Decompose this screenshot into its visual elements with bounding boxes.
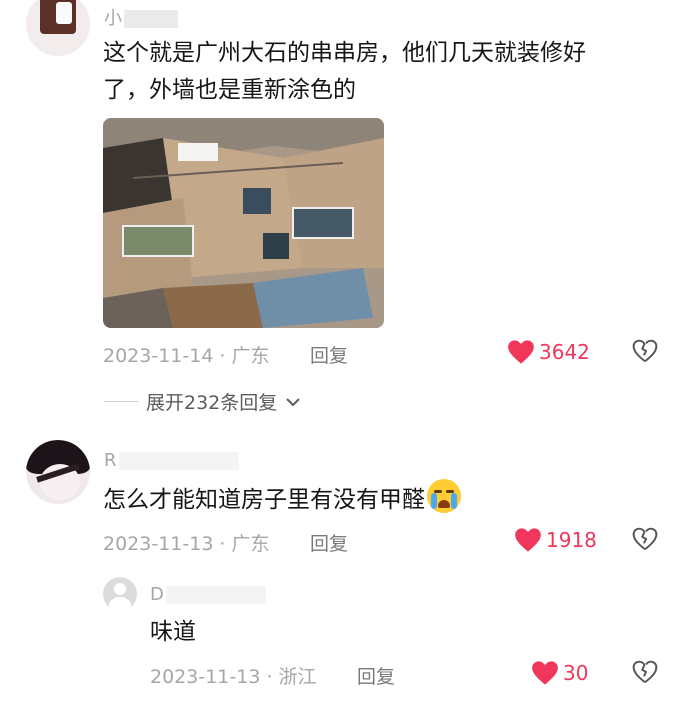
comment-text: 这个就是广州大石的串串房，他们几天就装修好 了，外墙也是重新涂色的 [103, 35, 663, 109]
comment-text-line: 这个就是广州大石的串串房，他们几天就装修好 [103, 40, 586, 66]
divider [104, 401, 138, 402]
comment-text-content: 怎么才能知道房子里有没有甲醛 [103, 487, 425, 513]
comment-meta: 2023-11-13 · 广东 [103, 533, 270, 555]
like-button[interactable]: 1918 [514, 527, 597, 553]
comment-location: 广东 [231, 345, 270, 367]
reply-button[interactable]: 回复 [310, 341, 348, 368]
heart-icon [531, 660, 559, 686]
reply-button[interactable]: 回复 [357, 662, 395, 689]
loudly-crying-face-icon [427, 479, 461, 513]
reply-text: 味道 [150, 619, 196, 645]
avatar[interactable] [26, 0, 90, 56]
username[interactable]: D [150, 584, 266, 605]
broken-heart-icon[interactable] [632, 660, 658, 688]
reply-button[interactable]: 回复 [310, 529, 348, 556]
like-button[interactable]: 3642 [507, 339, 590, 365]
comment-text-line: 了，外墙也是重新涂色的 [103, 77, 356, 103]
comment-date: 2023-11-13 [103, 533, 214, 555]
chevron-down-icon [285, 391, 301, 413]
comment-date: 2023-11-14 [103, 345, 214, 367]
like-count: 3642 [539, 340, 590, 364]
like-count: 1918 [546, 528, 597, 552]
reply-location: 浙江 [278, 666, 317, 688]
username[interactable]: R [104, 450, 239, 471]
comment-text: 怎么才能知道房子里有没有甲醛 [103, 479, 663, 519]
like-count: 30 [563, 661, 589, 685]
avatar[interactable] [26, 440, 90, 504]
broken-heart-icon[interactable] [632, 339, 658, 367]
reply-date: 2023-11-13 [150, 666, 261, 688]
expand-replies[interactable]: 展开232条回复 [104, 388, 301, 415]
username-text: R [104, 450, 117, 471]
username-text: D [150, 584, 164, 605]
building-photo [103, 118, 384, 328]
comment-location: 广东 [231, 533, 270, 555]
username-redaction [124, 10, 178, 28]
like-button[interactable]: 30 [531, 660, 588, 686]
expand-label: 展开232条回复 [146, 392, 278, 414]
default-avatar-icon[interactable] [103, 577, 137, 611]
heart-icon [514, 527, 542, 553]
broken-heart-icon[interactable] [632, 527, 658, 555]
heart-icon [507, 339, 535, 365]
comment-meta: 2023-11-14 · 广东 [103, 345, 270, 367]
comment-image[interactable] [103, 118, 384, 328]
username-redaction [118, 452, 239, 470]
username[interactable]: 小 [104, 4, 178, 30]
reply-meta: 2023-11-13 · 浙江 [150, 666, 317, 688]
username-redaction [165, 586, 266, 604]
username-text: 小 [104, 8, 122, 29]
